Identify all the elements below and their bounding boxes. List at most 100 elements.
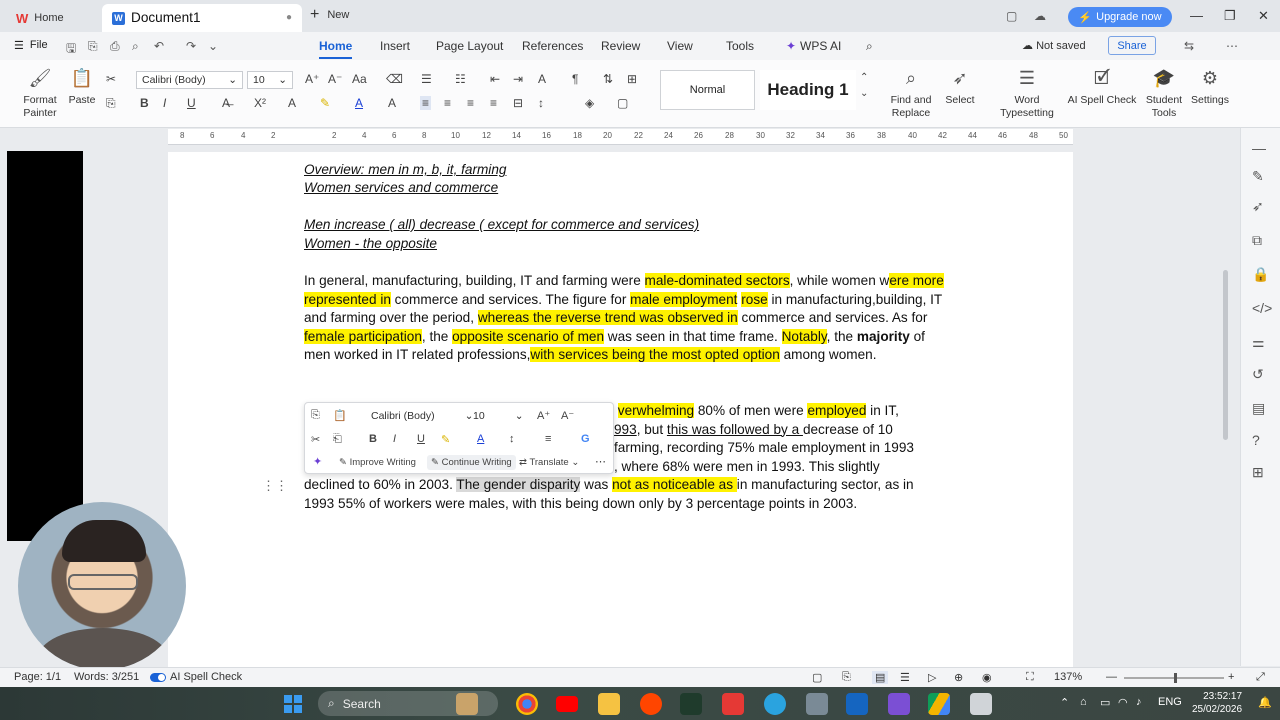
fullscreen-icon[interactable]: ⤢ xyxy=(1256,671,1265,684)
zoom-slider[interactable] xyxy=(1124,673,1224,683)
close-icon[interactable]: ✕ xyxy=(1258,8,1269,24)
shading-icon[interactable]: ◈ xyxy=(585,96,594,110)
sort-icon[interactable]: ⇅ xyxy=(603,72,613,86)
paste-icon[interactable]: 📋 xyxy=(333,409,347,422)
language-indicator[interactable]: ENG xyxy=(1158,696,1182,708)
fit-page-icon[interactable]: ⛶ xyxy=(1026,671,1034,684)
change-case-icon[interactable]: Aa xyxy=(352,72,367,86)
more-icon[interactable]: ⋯ xyxy=(1226,39,1238,53)
tab-menu-tools[interactable]: Tools xyxy=(726,39,754,53)
file-menu[interactable]: ☰ File xyxy=(14,39,48,52)
telegram-icon[interactable] xyxy=(764,693,786,715)
google-icon[interactable]: G xyxy=(581,433,590,445)
style-heading-1[interactable]: Heading 1 xyxy=(760,70,856,110)
collaborate-icon[interactable]: ⇆ xyxy=(1184,39,1194,53)
tab-menu-review[interactable]: Review xyxy=(601,39,640,53)
export-icon[interactable]: ⎘ xyxy=(88,39,98,54)
copy-icon[interactable]: ⎘ xyxy=(106,96,116,111)
tab-menu-page-layout[interactable]: Page Layout xyxy=(436,39,503,53)
tab-home[interactable]: W Home xyxy=(6,4,98,32)
copy-format-icon[interactable]: ⎘ xyxy=(311,409,320,422)
settings-button[interactable]: ⚙ Settings xyxy=(1186,69,1234,107)
character-shading-icon[interactable]: A xyxy=(388,96,396,110)
page-indicator[interactable]: Page: 1/1 xyxy=(14,671,61,683)
highlight-icon[interactable]: ✎ xyxy=(441,433,450,446)
obsidian-icon[interactable] xyxy=(888,693,910,715)
windows-start-icon[interactable] xyxy=(284,695,302,713)
align-center-icon[interactable]: ≡ xyxy=(444,96,451,110)
horizontal-ruler[interactable]: 8 6 4 2 2 4 6 8 10 12 14 16 18 20 22 24 … xyxy=(168,129,1073,145)
more-icon[interactable]: ⋯ xyxy=(595,455,606,468)
strikethrough-icon[interactable]: A̶ xyxy=(222,96,230,110)
student-tools-button[interactable]: 🎓 Student Tools xyxy=(1144,69,1184,120)
tab-menu-wps-ai[interactable]: WPS AI xyxy=(800,39,841,53)
ai-spell-check-button[interactable]: 🗹 AI Spell Check xyxy=(1064,69,1140,107)
scroll-thumb[interactable] xyxy=(1223,270,1228,440)
cut-icon[interactable]: ✂ xyxy=(311,433,320,446)
align-right-icon[interactable]: ≡ xyxy=(467,96,474,110)
account-icon[interactable]: ☁ xyxy=(1034,9,1046,23)
shrink-font-icon[interactable]: A⁻ xyxy=(328,72,342,86)
underline-icon[interactable]: U xyxy=(187,96,196,110)
restore-icon[interactable]: ❐ xyxy=(1224,8,1236,24)
women-line[interactable]: Women services and commerce xyxy=(304,179,498,198)
line-spacing-icon[interactable]: ↕ xyxy=(538,96,544,110)
tab-menu-insert[interactable]: Insert xyxy=(380,39,410,53)
men-trend-line[interactable]: Men increase ( all) decrease ( except fo… xyxy=(304,216,699,235)
app-icon[interactable] xyxy=(806,693,828,715)
translate-button[interactable]: ⇄ Translate ⌄ xyxy=(519,457,579,468)
tab-menu-references[interactable]: References xyxy=(522,39,583,53)
shrink-font-icon[interactable]: A⁻ xyxy=(561,409,574,422)
styles-scroll-down-icon[interactable]: ⌄ xyxy=(860,88,868,99)
apps-icon[interactable]: ⊞ xyxy=(1252,464,1264,481)
zoom-out-icon[interactable]: — xyxy=(1106,671,1117,683)
code-icon[interactable]: </> xyxy=(1252,300,1272,316)
play-icon[interactable]: ▷ xyxy=(928,671,936,684)
highlight-icon[interactable]: ✎ xyxy=(320,96,330,110)
table-icon[interactable]: ⊞ xyxy=(627,72,637,86)
font-name-select[interactable]: Calibri (Body) ⌄ xyxy=(136,71,243,89)
terminal-icon[interactable] xyxy=(680,693,702,715)
superscript-icon[interactable]: X² xyxy=(254,96,266,110)
print-icon[interactable]: ⎙ xyxy=(110,39,120,54)
zoom-in-icon[interactable]: + xyxy=(1228,671,1234,683)
style-normal[interactable]: Normal xyxy=(660,70,755,110)
layout-icon[interactable]: ▤ xyxy=(1252,400,1265,417)
reddit-icon[interactable] xyxy=(640,693,662,715)
mini-font-size-select[interactable]: 10 ⌄ xyxy=(473,407,524,425)
clear-format-icon[interactable]: ⌫ xyxy=(386,72,403,86)
font-size-select[interactable]: 10 ⌄ xyxy=(247,71,293,89)
clipboard-icon[interactable]: ⎗ xyxy=(333,433,342,446)
not-saved-status[interactable]: ☁ Not saved xyxy=(1022,39,1086,52)
zoom-level[interactable]: 137% xyxy=(1054,671,1082,683)
reading-mode-icon[interactable]: ▢ xyxy=(812,671,822,684)
chinese-layout-icon[interactable]: A xyxy=(538,72,546,86)
share-button[interactable]: Share xyxy=(1108,36,1156,55)
battery-icon[interactable]: ▭ xyxy=(1100,696,1110,709)
paragraph-general[interactable]: In general, manufacturing, building, IT … xyxy=(304,272,944,365)
help-icon[interactable]: ? xyxy=(1252,432,1260,448)
line-spacing-icon[interactable]: ↕ xyxy=(509,433,515,445)
notification-icon[interactable]: 🔔 xyxy=(1258,696,1272,709)
distributed-icon[interactable]: ⊟ xyxy=(513,96,523,110)
globe-icon[interactable]: ⊕ xyxy=(954,671,963,684)
tray-chevron-icon[interactable]: ⌃ xyxy=(1060,696,1069,709)
text-effects-icon[interactable]: A xyxy=(288,96,296,110)
google-drive-icon[interactable] xyxy=(928,693,950,715)
page-view-icon[interactable]: ▤ xyxy=(872,671,889,684)
wifi-icon[interactable]: ◠ xyxy=(1118,696,1128,709)
window-layout-icon[interactable]: ▢ xyxy=(1006,9,1017,23)
overview-line[interactable]: Overview: men in m, b, it, farming xyxy=(304,161,506,180)
borders-icon[interactable]: ▢ xyxy=(617,96,628,110)
save-icon[interactable]: 🖫 xyxy=(66,39,76,60)
settings-app-icon[interactable] xyxy=(846,693,868,715)
font-color-icon[interactable]: A xyxy=(355,96,363,110)
wps-taskbar-icon[interactable] xyxy=(722,693,744,715)
ai-spell-check-toggle[interactable]: AI Spell Check xyxy=(150,671,242,683)
new-tab-button[interactable]: + New xyxy=(310,7,349,23)
network-icon[interactable]: ⌂ xyxy=(1080,696,1087,708)
unsaved-dot-icon[interactable]: ● xyxy=(286,9,292,28)
youtube-icon[interactable] xyxy=(556,696,578,712)
grow-font-icon[interactable]: A⁺ xyxy=(537,409,550,422)
increase-indent-icon[interactable]: ⇥ xyxy=(513,72,523,86)
